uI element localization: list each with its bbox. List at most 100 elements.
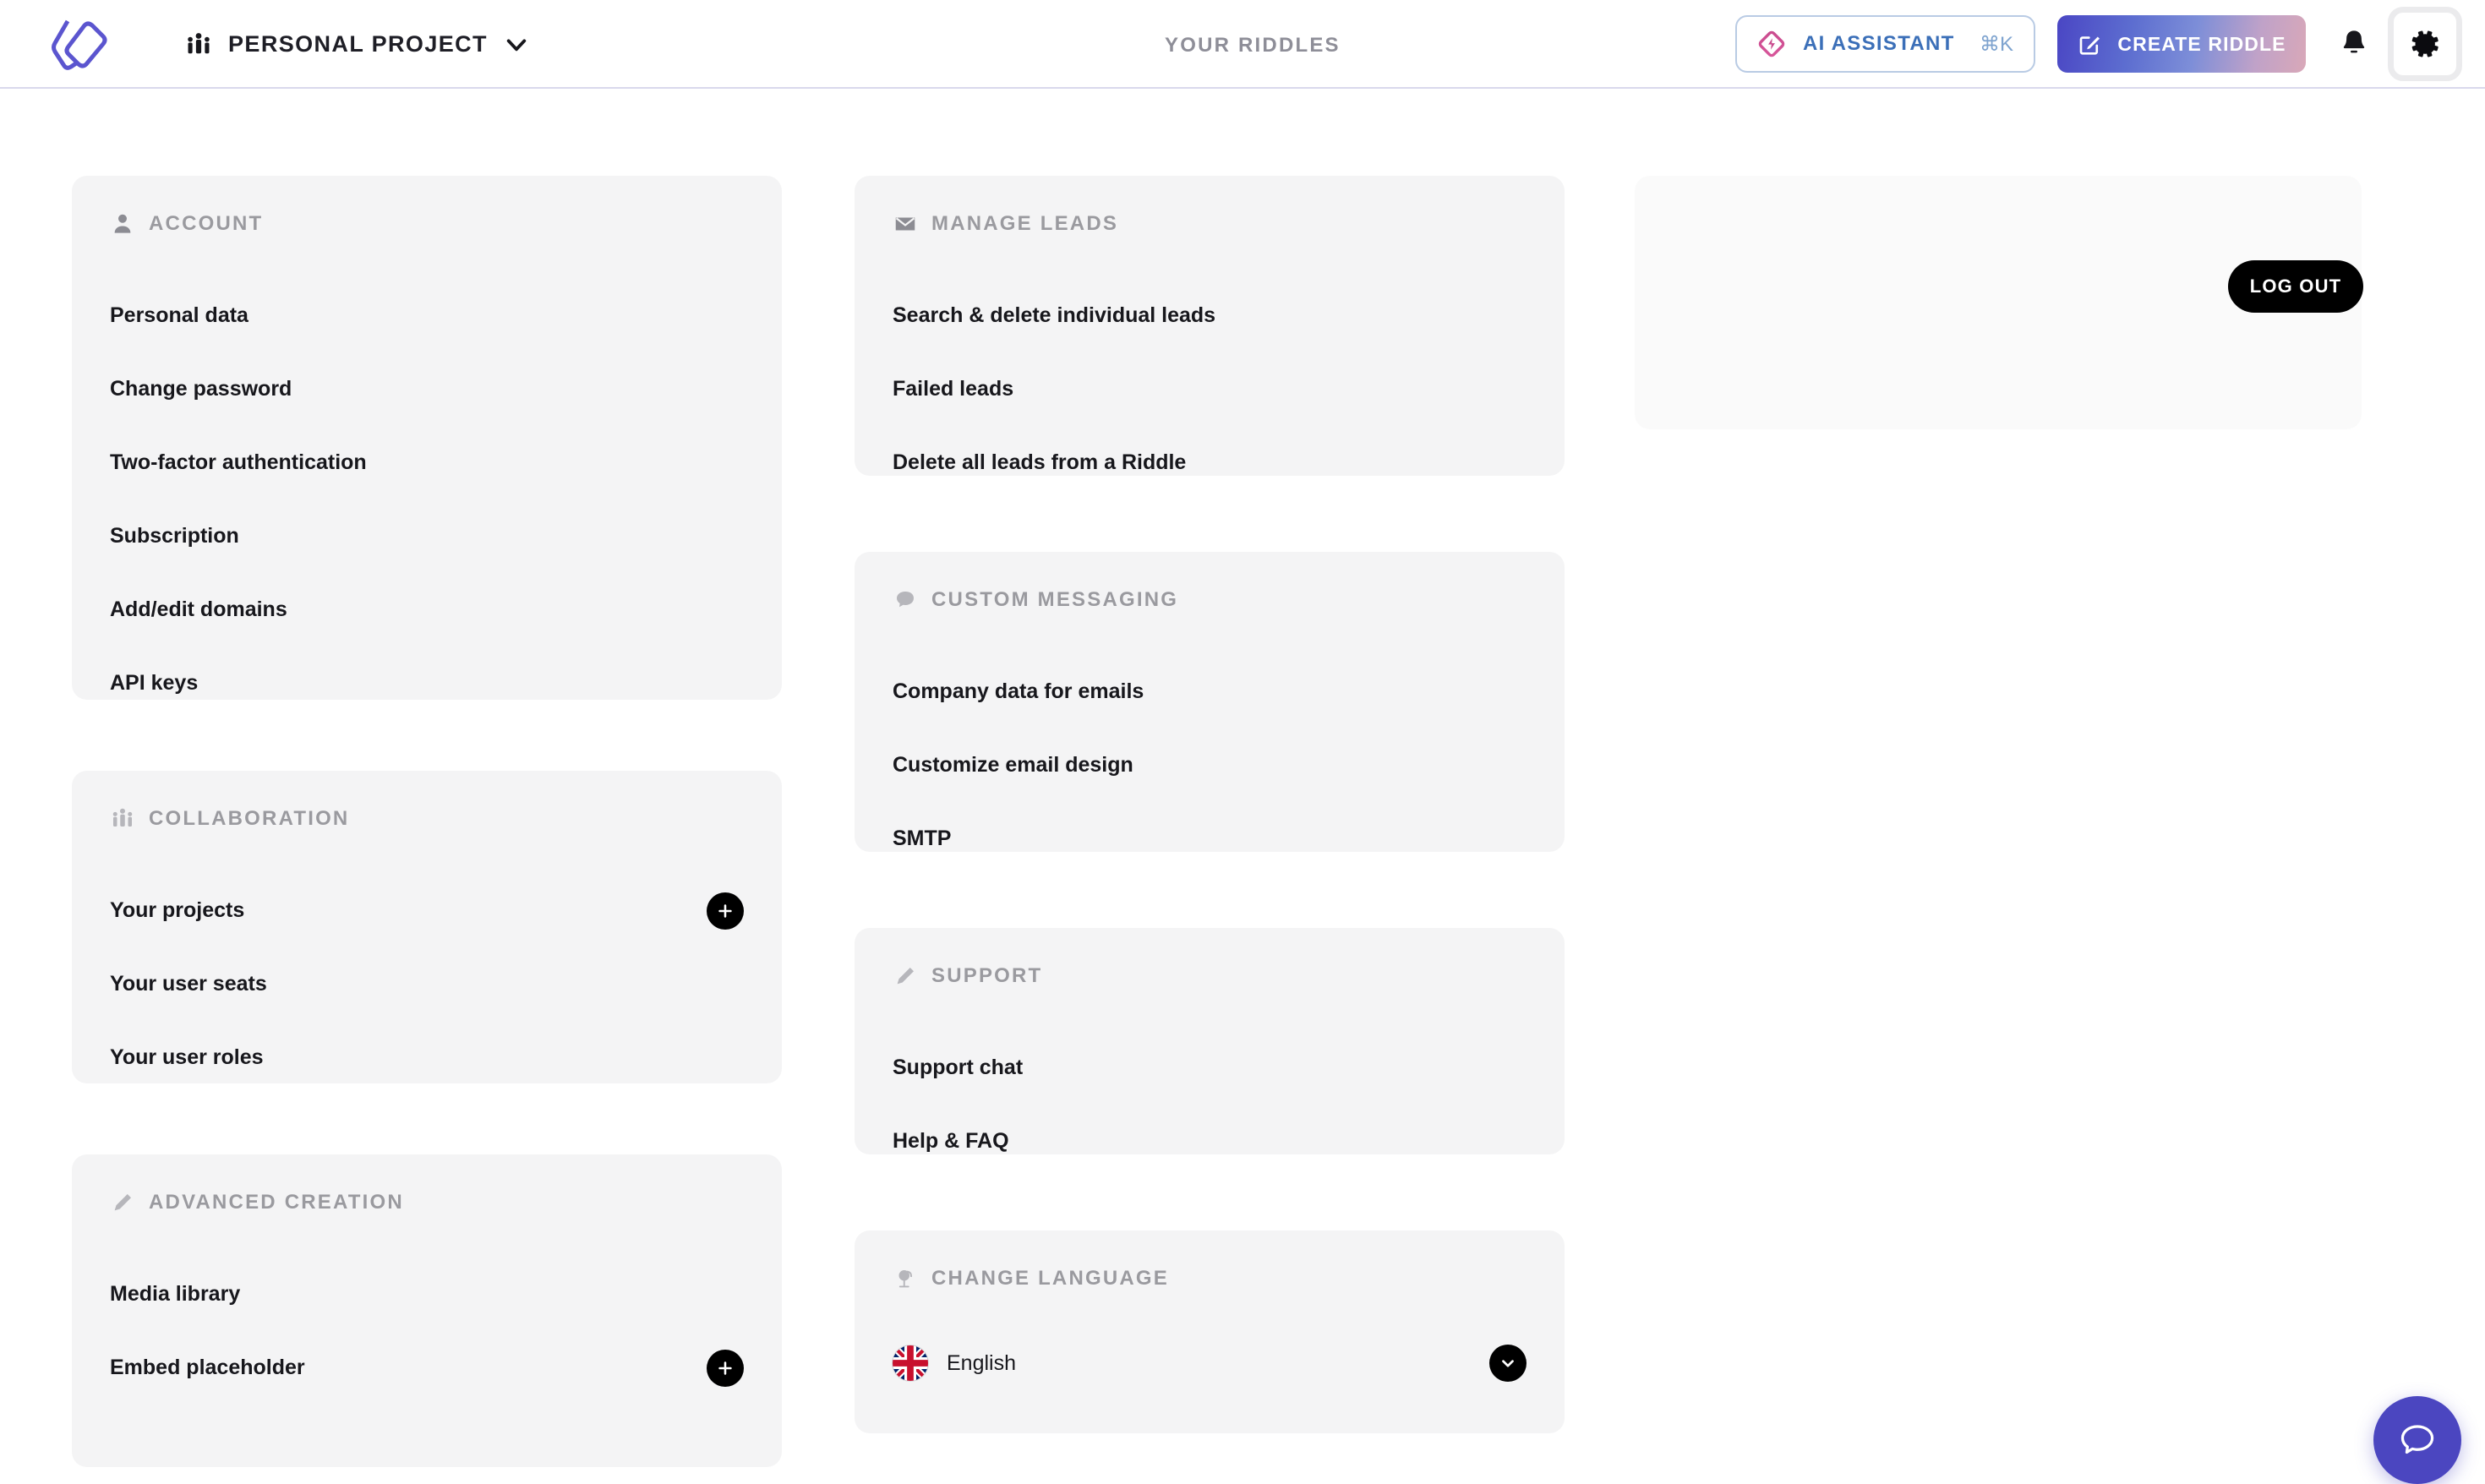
list-item[interactable]: Search & delete individual leads xyxy=(893,279,1526,352)
app-logo[interactable] xyxy=(44,12,112,78)
card-advanced-creation-title: ADVANCED CREATION xyxy=(149,1191,404,1214)
card-account-title: ACCOUNT xyxy=(149,212,264,235)
card-manage-leads: MANAGE LEADS Search & delete individual … xyxy=(855,176,1565,476)
list-item-label: Your projects xyxy=(110,898,245,922)
create-riddle-button[interactable]: CREATE RIDDLE xyxy=(2057,15,2306,73)
list-item-label: Company data for emails xyxy=(893,679,1144,703)
notifications-button[interactable] xyxy=(2335,24,2373,63)
card-collaboration: COLLABORATION Your projects Your user se… xyxy=(72,771,782,1083)
card-collaboration-list: Your projects Your user seats Your user … xyxy=(72,874,782,1094)
create-riddle-label: CREATE RIDDLE xyxy=(2117,32,2286,55)
list-item-label: Search & delete individual leads xyxy=(893,303,1216,327)
language-name: English xyxy=(947,1350,1016,1375)
list-item[interactable]: Company data for emails xyxy=(893,655,1526,728)
plus-icon xyxy=(718,1361,732,1375)
chevron-down-icon[interactable] xyxy=(503,31,530,58)
settings-content: LOG OUT ACCOUNT Personal data Change pas… xyxy=(0,89,2485,1484)
list-item[interactable]: Delete all leads from a Riddle xyxy=(893,426,1526,499)
list-item-label: Failed leads xyxy=(893,377,1014,401)
chevron-down-icon xyxy=(1502,1360,1514,1367)
card-custom-messaging-list: Company data for emails Customize email … xyxy=(855,655,1565,876)
card-account-header: ACCOUNT xyxy=(72,176,782,237)
list-item-label: Personal data xyxy=(110,303,248,327)
list-item[interactable]: SMTP xyxy=(893,802,1526,876)
pencil-icon xyxy=(897,968,914,985)
ai-assistant-shortcut: ⌘K xyxy=(1979,32,2013,56)
add-embed-placeholder-button[interactable] xyxy=(707,1349,744,1387)
plus-icon xyxy=(718,903,732,918)
list-item-label: Add/edit domains xyxy=(110,597,287,621)
pencil-icon xyxy=(114,1194,131,1211)
list-item-label: Your user roles xyxy=(110,1045,264,1069)
settings-button[interactable] xyxy=(2388,7,2462,81)
card-support-header: SUPPORT xyxy=(855,928,1565,989)
card-account: ACCOUNT Personal data Change password Tw… xyxy=(72,176,782,700)
list-item-label: SMTP xyxy=(893,827,952,850)
card-collaboration-header: COLLABORATION xyxy=(72,771,782,832)
card-account-list: Personal data Change password Two-factor… xyxy=(72,279,782,720)
card-support-title: SUPPORT xyxy=(931,964,1043,987)
list-item[interactable]: Customize email design xyxy=(893,728,1526,802)
person-icon xyxy=(114,214,131,233)
list-item-label: Change password xyxy=(110,377,292,401)
list-item[interactable]: Your user roles xyxy=(110,1021,744,1094)
page-title: YOUR RIDDLES xyxy=(1165,34,1341,57)
speech-bubble-icon xyxy=(897,592,914,608)
support-chat-button[interactable] xyxy=(2373,1396,2461,1484)
card-collaboration-title: COLLABORATION xyxy=(149,807,350,830)
list-item[interactable]: Help & FAQ xyxy=(893,1105,1526,1178)
list-item[interactable]: Failed leads xyxy=(893,352,1526,426)
list-item-label: Embed placeholder xyxy=(110,1356,305,1379)
card-custom-messaging: CUSTOM MESSAGING Company data for emails… xyxy=(855,552,1565,852)
envelope-icon xyxy=(895,217,915,231)
card-advanced-creation-header: ADVANCED CREATION xyxy=(72,1154,782,1215)
list-item-label: API keys xyxy=(110,671,199,695)
logout-button[interactable]: LOG OUT xyxy=(2228,260,2363,313)
project-switcher[interactable]: PERSONAL PROJECT xyxy=(184,0,530,89)
people-group-icon xyxy=(188,32,210,53)
list-item[interactable]: Embed placeholder xyxy=(110,1331,744,1405)
card-manage-leads-list: Search & delete individual leads Failed … xyxy=(855,279,1565,499)
project-name: PERSONAL PROJECT xyxy=(228,31,488,57)
chat-bubble-icon xyxy=(2400,1425,2434,1454)
list-item-label: Delete all leads from a Riddle xyxy=(893,450,1187,474)
list-item[interactable]: Your projects xyxy=(110,874,744,947)
list-item[interactable]: Two-factor authentication xyxy=(110,426,744,499)
card-manage-leads-title: MANAGE LEADS xyxy=(931,212,1119,235)
list-item-label: Your user seats xyxy=(110,972,267,996)
language-dropdown-button[interactable] xyxy=(1489,1345,1526,1382)
list-item[interactable]: Your user seats xyxy=(110,947,744,1021)
list-item-label: Help & FAQ xyxy=(893,1129,1009,1153)
list-item-label: Subscription xyxy=(110,524,239,548)
list-item[interactable]: Media library xyxy=(110,1258,744,1331)
bell-icon xyxy=(2343,30,2365,53)
list-item[interactable]: Change password xyxy=(110,352,744,426)
app-header: PERSONAL PROJECT YOUR RIDDLES AI ASSISTA… xyxy=(0,0,2485,89)
gear-icon xyxy=(2411,30,2439,57)
card-change-language-header: CHANGE LANGUAGE xyxy=(855,1230,1565,1291)
ai-assistant-button[interactable]: AI ASSISTANT ⌘K xyxy=(1735,15,2035,73)
card-change-language: CHANGE LANGUAGE English xyxy=(855,1230,1565,1433)
uk-flag-icon xyxy=(893,1345,928,1381)
list-item[interactable]: Personal data xyxy=(110,279,744,352)
riddle-logo-icon xyxy=(52,19,107,70)
card-support: SUPPORT Support chat Help & FAQ xyxy=(855,928,1565,1154)
card-manage-leads-header: MANAGE LEADS xyxy=(855,176,1565,237)
language-selector[interactable]: English xyxy=(855,1317,1565,1410)
list-item-label: Support chat xyxy=(893,1056,1024,1079)
list-item-label: Two-factor authentication xyxy=(110,450,367,474)
list-item[interactable]: Add/edit domains xyxy=(110,573,744,647)
list-item-label: Media library xyxy=(110,1282,241,1306)
list-item[interactable]: Support chat xyxy=(893,1031,1526,1105)
card-custom-messaging-header: CUSTOM MESSAGING xyxy=(855,552,1565,613)
list-item-label: Customize email design xyxy=(893,753,1133,777)
card-custom-messaging-title: CUSTOM MESSAGING xyxy=(931,588,1179,611)
card-advanced-creation-list: Media library Embed placeholder xyxy=(72,1258,782,1405)
add-project-button[interactable] xyxy=(707,892,744,930)
people-group-icon xyxy=(112,808,133,827)
list-item[interactable]: API keys xyxy=(110,647,744,720)
card-advanced-creation: ADVANCED CREATION Media library Embed pl… xyxy=(72,1154,782,1467)
compose-pencil-icon xyxy=(2080,36,2100,55)
globe-icon xyxy=(898,1270,912,1288)
list-item[interactable]: Subscription xyxy=(110,499,744,573)
